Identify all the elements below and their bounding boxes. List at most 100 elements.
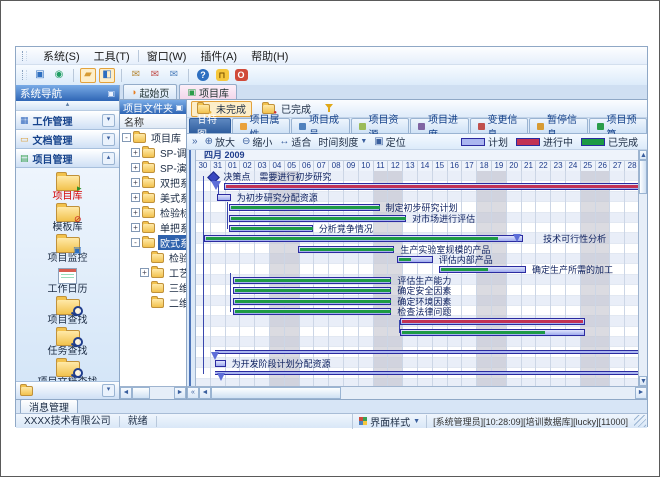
zoom-out-button[interactable]: ⊖缩小 xyxy=(242,134,272,149)
mail-icon[interactable]: ✉ xyxy=(128,68,144,83)
expand-icon[interactable]: + xyxy=(131,223,140,232)
tab-项目进度[interactable]: 项目进度 xyxy=(410,118,469,133)
task-bar[interactable] xyxy=(224,183,638,190)
sidebar-group-2[interactable]: ▭文档管理▾ xyxy=(16,130,119,149)
summary-line[interactable] xyxy=(215,350,638,354)
menu-item-3[interactable]: 窗口(W) xyxy=(147,48,187,64)
tab-变更信息[interactable]: 变更信息 xyxy=(470,118,529,133)
task-bar[interactable] xyxy=(233,308,391,315)
tree-horizontal-scrollbar[interactable]: ◄ ► xyxy=(120,386,186,399)
pin-icon[interactable]: ▣ xyxy=(175,103,183,112)
task-bar[interactable] xyxy=(439,266,526,273)
menu-item-1[interactable]: 系统(S) xyxy=(43,48,80,64)
tab-项目库[interactable]: ▣项目库 xyxy=(179,84,237,99)
web-icon[interactable]: ◉ xyxy=(51,68,67,83)
tree-node-欧式系列[interactable]: -欧式系列 xyxy=(120,235,186,250)
mail-send-icon[interactable]: ✉ xyxy=(147,68,163,83)
sidebar-bottom-group[interactable]: ▾ xyxy=(16,381,119,399)
tree-node-SP-演示机系列[interactable]: +SP-演示机系列 xyxy=(120,160,186,175)
window-layout-icon[interactable]: ◧ xyxy=(99,68,115,83)
zoom-in-button[interactable]: ⊕放大 xyxy=(205,134,235,149)
menu-item-5[interactable]: 帮助(H) xyxy=(251,48,288,64)
expand-icon[interactable]: + xyxy=(131,178,140,187)
scroll-left-icon[interactable]: ◄ xyxy=(199,387,211,399)
sidebar-item-模板库[interactable]: ⊘模板库 xyxy=(16,202,119,233)
collapse-left-icon[interactable]: « xyxy=(187,387,199,399)
task-bar[interactable] xyxy=(204,235,523,242)
tab-起始页[interactable]: ◑起始页 xyxy=(123,84,177,99)
sidebar-item-任务查找[interactable]: 任务查找 xyxy=(16,326,119,357)
scroll-left-icon[interactable]: ◄ xyxy=(120,387,132,399)
scroll-thumb[interactable] xyxy=(132,387,150,399)
scroll-right-icon[interactable]: ► xyxy=(174,387,186,399)
task-bar[interactable] xyxy=(215,360,225,367)
tab-甘特图[interactable]: 甘特图 xyxy=(189,118,231,133)
expand-icon[interactable]: + xyxy=(131,148,140,157)
tree-node-检验文件[interactable]: 检验文件 xyxy=(120,250,186,265)
scroll-right-icon[interactable]: ► xyxy=(635,387,647,399)
sidebar-collapse-strip[interactable]: ▴ xyxy=(16,101,119,111)
tab-message-manage[interactable]: 消息管理 xyxy=(20,399,78,413)
task-bar[interactable] xyxy=(229,204,380,211)
scroll-thumb[interactable] xyxy=(211,387,341,399)
task-bar[interactable] xyxy=(229,215,407,222)
summary-line[interactable] xyxy=(215,371,638,375)
tab-暂停信息[interactable]: 暂停信息 xyxy=(529,118,588,133)
tree-node-项目库[interactable]: -项目库 xyxy=(120,130,186,145)
tab-项目属性[interactable]: 项目属性 xyxy=(232,118,291,133)
expand-icon[interactable]: + xyxy=(131,193,140,202)
tree-node-SP-调试机系列[interactable]: +SP-调试机系列 xyxy=(120,145,186,160)
task-bar[interactable] xyxy=(233,277,391,284)
scroll-down-icon[interactable]: ▼ xyxy=(639,376,647,386)
fit-button[interactable]: ↔适合 xyxy=(279,134,311,149)
sidebar-group-1[interactable]: ▦工作管理▾ xyxy=(16,111,119,130)
tree-node-双把系列[interactable]: +双把系列 xyxy=(120,175,186,190)
sidebar-item-项目监控[interactable]: ▣项目监控 xyxy=(16,233,119,264)
chevron-icon[interactable]: ▾ xyxy=(102,133,115,146)
tree-node-美式系列[interactable]: +美式系列 xyxy=(120,190,186,205)
filter-funnel-icon[interactable] xyxy=(325,104,335,113)
tree-node-二维文件[interactable]: 二维文件 xyxy=(120,295,186,310)
tree-node-三维文件[interactable]: 三维文件 xyxy=(120,280,186,295)
task-bar[interactable] xyxy=(400,329,585,336)
task-bar[interactable] xyxy=(400,318,585,325)
toolbar-overflow-chevron[interactable]: » xyxy=(192,136,198,147)
task-bar[interactable] xyxy=(233,287,391,294)
interface-style-button[interactable]: 界面样式 ▼ xyxy=(352,414,426,429)
help-icon[interactable]: ? xyxy=(195,68,211,83)
collapse-icon[interactable]: - xyxy=(131,238,140,247)
expand-icon[interactable]: + xyxy=(131,163,140,172)
task-bar[interactable] xyxy=(233,298,391,305)
sidebar-item-项目文档查找[interactable]: 项目文档查找 xyxy=(16,357,119,381)
chevron-icon[interactable]: ▴ xyxy=(102,152,115,165)
tab-项目资源[interactable]: 项目资源 xyxy=(351,118,410,133)
folder-manage-icon[interactable]: ▰ xyxy=(80,68,96,83)
scroll-up-icon[interactable]: ▲ xyxy=(639,150,647,160)
tree-node-检验标准[interactable]: +检验标准 xyxy=(120,205,186,220)
task-bar[interactable] xyxy=(229,225,313,232)
task-bar[interactable] xyxy=(397,256,433,263)
sidebar-item-项目库[interactable]: ▸项目库 xyxy=(16,171,119,202)
expand-icon[interactable]: + xyxy=(140,268,149,277)
system-icon[interactable]: ▣ xyxy=(32,68,48,83)
time-scale-button[interactable]: 时间刻度▼ xyxy=(318,134,367,149)
task-bar[interactable] xyxy=(217,194,230,201)
tab-项目成员[interactable]: 项目成员 xyxy=(291,118,350,133)
pin-icon[interactable]: ▣ xyxy=(107,89,115,98)
task-bar[interactable] xyxy=(298,246,394,253)
sidebar-item-工作日历[interactable]: 工作日历 xyxy=(16,264,119,295)
resize-grip[interactable] xyxy=(634,415,646,427)
exit-icon[interactable]: O xyxy=(233,68,249,83)
tab-项目预算[interactable]: 项目预算 xyxy=(589,118,648,133)
menu-item-4[interactable]: 插件(A) xyxy=(200,48,237,64)
chevron-down-icon[interactable]: ▾ xyxy=(102,384,115,397)
lock-icon[interactable]: ⊓ xyxy=(214,68,230,83)
gantt-vertical-scrollbar[interactable]: ▲ ▼ xyxy=(638,150,647,386)
scroll-thumb[interactable] xyxy=(639,160,647,194)
mail-receive-icon[interactable]: ✉ xyxy=(166,68,182,83)
tree-node-工艺文件[interactable]: +工艺文件 xyxy=(120,265,186,280)
gantt-horizontal-scrollbar[interactable]: « ◄ ► xyxy=(187,386,647,399)
tree-node-单把系列[interactable]: +单把系列 xyxy=(120,220,186,235)
collapse-icon[interactable]: - xyxy=(122,133,131,142)
sidebar-group-3[interactable]: ▤项目管理▴ xyxy=(16,149,119,168)
